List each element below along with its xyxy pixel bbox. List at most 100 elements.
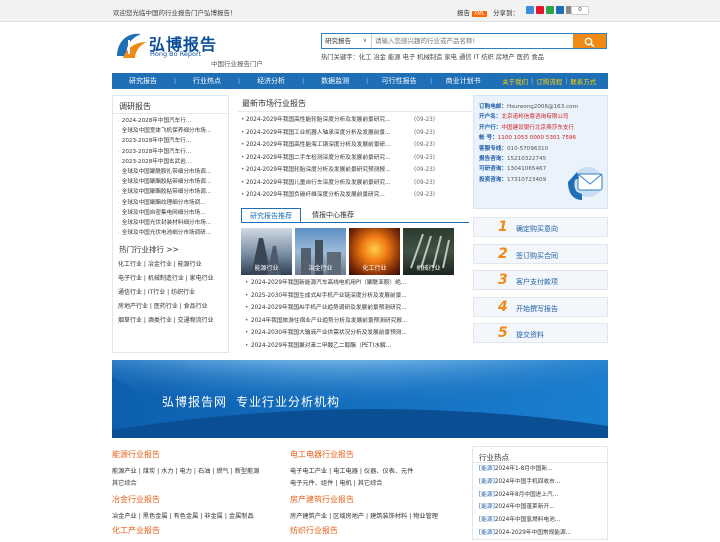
chevron-down-icon: ∨ [362, 37, 367, 44]
realestate-category-title[interactable]: 房产建筑行业报告 [290, 494, 438, 505]
site-logo[interactable]: 弘博报告 Hong Bo Report [113, 28, 223, 64]
electrical-category-title[interactable]: 电工电器行业报告 [290, 449, 413, 460]
list-item[interactable]: 全球及中国自密集电网细分市场... [118, 208, 226, 218]
search-category-select[interactable]: 研究报告 ∨ [322, 34, 372, 48]
textile-category-title[interactable]: 纺织行业报告 [290, 525, 338, 536]
wechat-share-icon[interactable] [546, 6, 554, 14]
list-item[interactable]: 2024-2029年我国聚对苯二甲酸乙二醇酯（PET)水解... [244, 340, 469, 353]
search-input[interactable] [372, 34, 573, 48]
chemical-category-title[interactable]: 化工产业报告 [112, 525, 160, 536]
thumb-energy[interactable]: 能源行业 [241, 228, 292, 275]
energy-category-links[interactable]: 能源产业 | 煤炭 | 水力 | 电力 | 石油 | 燃气 | 新型能源 [112, 466, 259, 478]
nav-contact[interactable]: 联系方式 [570, 76, 596, 86]
list-item[interactable]: [能源]2024年中国手机回收市... [473, 476, 607, 489]
share-icons [526, 6, 574, 14]
qzone-share-icon[interactable] [526, 6, 534, 14]
electrical-category-links[interactable]: 电子电工产业 | 电工电器 | 仪器、仪表、元件 [290, 466, 413, 478]
nav-industry-hot[interactable]: 行业热点 [176, 76, 238, 86]
step-submit-materials[interactable]: 5 提交资料 [473, 323, 608, 343]
thumb-machinery[interactable]: 机械行业 [403, 228, 454, 275]
rss-link[interactable]: 报告 XML [457, 7, 487, 17]
list-item[interactable]: 2025-2030年我国生成式AI手机产业链深度分析及发展前景... [244, 290, 469, 303]
order-email: 订购电邮：Hsureong2006@163.com [479, 104, 579, 110]
hot-industry-row[interactable]: 电子行业 | 机械制造行业 | 家电行业 [118, 272, 228, 286]
step-sign-contract[interactable]: 2 签订购买合同 [473, 243, 608, 264]
weibo-share-icon[interactable] [536, 6, 544, 14]
list-item[interactable]: [能源]2024年1-8月中国新... [473, 463, 607, 476]
list-item[interactable]: 2024-2029年我国新能源汽车高线电机用PI（聚酰亚胺）绝... [244, 277, 469, 290]
hot-keywords[interactable]: 热门关键字：化工 冶金 能源 电子 机械制造 家电 通信 IT 纺织 房地产 医… [321, 52, 544, 61]
list-item[interactable]: 2024年我国旅游住宿业产业趋势分析及发展前景预测研究报... [244, 315, 469, 328]
hot-industry-row[interactable]: 通信行业 | IT行业 | 纺织行业 [118, 286, 228, 300]
portal-slogan: 中国行业报告门户 [211, 60, 263, 68]
list-item[interactable]: 2024-2029年我国AI手机产业趋势调研及发展前景预测研究... [244, 302, 469, 315]
nav-economic-analysis[interactable]: 经济分析 [240, 76, 302, 86]
list-item[interactable]: [能源]2024年中国氢燃料电池... [473, 514, 607, 527]
list-item[interactable]: 2024-2029年我国高性能海工钢深度分析及发展前景研...(09-23) [238, 139, 472, 152]
realestate-category-links[interactable]: 房产建筑产业 | 区域房地产 | 建筑装饰材料 | 物业管理 [290, 511, 438, 523]
hero-banner[interactable]: 弘博报告网 专业行业分析机构 [112, 360, 608, 438]
xml-badge[interactable]: XML [472, 11, 487, 17]
nav-about-us[interactable]: 关于我们 [502, 76, 528, 86]
latest-reports-list: 2024-2029年我国高性能轮胎深度分析及发展前景研究...(09-23) 2… [238, 112, 472, 202]
recommend-list: 2024-2029年我国新能源汽车高线电机用PI（聚酰亚胺）绝... 2025-… [244, 277, 469, 353]
list-item[interactable]: 全球及中国光伏电池细分市场调研... [118, 228, 226, 238]
list-item[interactable]: 2024-2029年我国儿童自行车深度分析及发展前景研究...(09-23) [238, 177, 472, 190]
list-item[interactable]: 2024-2028年中国汽车行... [118, 116, 226, 126]
step-confirm-intent[interactable]: 1 确定购买意向 [473, 217, 608, 237]
hot-industry-row[interactable]: 房地产行业 | 医药行业 | 食品行业 [118, 300, 228, 314]
thumb-chemical[interactable]: 化工行业 [349, 228, 400, 275]
list-item[interactable]: 2024-2029年我国高性能轮胎深度分析及发展前景研究...(09-23) [238, 114, 472, 127]
metallurgy-category-links[interactable]: 冶金产业 | 黑色金属 | 有色金属 | 非金属 | 金属制品 [112, 511, 254, 523]
nav-order-process[interactable]: 订购流程 [536, 76, 562, 86]
list-item[interactable]: 2024-2029年我国轮胎深度分析及发展前景研究预测报...(09-23) [238, 164, 472, 177]
nav-business-plans[interactable]: 商业计划书 [432, 76, 494, 86]
metallurgy-category: 冶金行业报告 冶金产业 | 黑色金属 | 有色金属 | 非金属 | 金属制品 [112, 494, 254, 523]
nav-data-monitoring[interactable]: 数据监测 [304, 76, 366, 86]
survey-reports-panel: 调研报告 2024-2028年中国汽车行... 全球及中国宽体飞机保养细分市场.… [112, 95, 229, 353]
list-item[interactable]: 全球及中国光伏封装材料细分市场... [118, 218, 226, 228]
energy-category-title[interactable]: 能源行业报告 [112, 449, 259, 460]
tab-research-recommend[interactable]: 研究报告推荐 [241, 208, 301, 222]
thumb-metallurgy[interactable]: 冶金行业 [295, 228, 346, 275]
list-item[interactable]: [能源]2024年8月中国进上汽... [473, 489, 607, 502]
list-item[interactable]: 2024-2029年我国二手车检测深度分析及发展前景研究...(09-23) [238, 152, 472, 165]
list-item[interactable]: 2023-2028年中国汽车行... [118, 147, 226, 157]
list-item[interactable]: 全球及中国聚酯纹理细分市场调... [118, 198, 226, 208]
electrical-category: 电工电器行业报告 电子电工产业 | 电工电器 | 仪器、仪表、元件 电子元件、组… [290, 449, 413, 490]
renren-share-icon[interactable] [556, 6, 564, 14]
list-item[interactable]: 2023-2028年中国汽车行... [118, 136, 226, 146]
hot-industry-row[interactable]: 烟草行业 | 酒类行业 | 交通物流行业 [118, 314, 228, 328]
share-count: 0 [571, 6, 589, 15]
list-item[interactable]: 全球及中国聚酯胶粘带细分市场调... [118, 187, 226, 197]
list-item[interactable]: 全球及中国聚酯胶粘带细分市场调... [118, 177, 226, 187]
list-item[interactable]: 2024-2029年我国负碳纤维深度分析及发展前景研究...(09-23) [238, 189, 472, 202]
account-bank: 开户行：中国建设银行北京燕莎东支行 [479, 124, 575, 131]
step-write-report[interactable]: 4 开始撰写报告 [473, 296, 608, 317]
tab-intel-recommend[interactable]: 情报中心推荐 [301, 208, 365, 222]
electrical-category-links[interactable]: 电子元件、组件 | 电机 | 其它综合 [290, 478, 413, 490]
metallurgy-category-title[interactable]: 冶金行业报告 [112, 494, 254, 505]
energy-category-links[interactable]: 其它综合 [112, 478, 259, 490]
list-item[interactable]: 全球及中国聚酰胺扎带细分市场调... [118, 167, 226, 177]
list-item[interactable]: [能源]2024年中国蓬莱新开... [473, 501, 607, 514]
recommend-tabs: 研究报告推荐 情报中心推荐 [241, 208, 469, 223]
hot-industry-title[interactable]: 热门行业排行 >> [113, 238, 228, 258]
nav-research-reports[interactable]: 研究报告 [112, 76, 174, 86]
list-item[interactable]: [能源]2024-2029年中国常规能源... [473, 527, 607, 540]
chemical-category: 化工产业报告 [112, 525, 160, 542]
latest-reports-title: 最新市场行业报告 [238, 95, 472, 112]
list-item[interactable]: 2024-2029年我国工业机器人轴承深度分析及发展前景...(09-23) [238, 127, 472, 140]
main-nav: 研究报告 | 行业热点 | 经济分析 | 数据监测 | 可行性报告 | 商业计划书 关于我… [112, 73, 608, 89]
nav-feasibility-reports[interactable]: 可行性报告 [368, 76, 430, 86]
list-item[interactable]: 2024-2030年我国大输液产业供需状况分析及发展前景预测... [244, 327, 469, 340]
list-item[interactable]: 全球及中国宽体飞机保养细分市场... [118, 126, 226, 136]
survey-reports-list: 2024-2028年中国汽车行... 全球及中国宽体飞机保养细分市场... 20… [113, 114, 228, 238]
step-payment[interactable]: 3 客户支付款项 [473, 270, 608, 290]
mail-phone-icon [568, 167, 603, 200]
hot-industry-row[interactable]: 化工行业 | 冶金行业 | 能源行业 [118, 258, 228, 272]
industry-hot-title: 行业热点 [473, 447, 607, 463]
logo-mark-icon [117, 33, 146, 58]
list-item[interactable]: 2023-2028年中国玄武岩... [118, 157, 226, 167]
search-button[interactable] [573, 34, 606, 48]
